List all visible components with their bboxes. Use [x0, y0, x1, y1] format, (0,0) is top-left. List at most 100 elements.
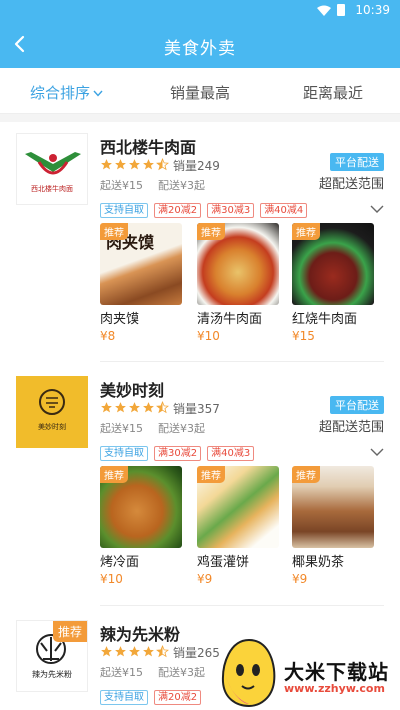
tab-top-sales[interactable]: 销量最高 [170, 82, 230, 103]
dish-name: 红烧牛肉面 [292, 312, 358, 327]
delivery-range-text: 超配送范围 [318, 420, 384, 435]
star-icon [143, 646, 154, 657]
dish-price: ¥10 [100, 572, 123, 586]
dish-price: ¥8 [100, 329, 116, 343]
min-order-fee: 起送¥15 [100, 666, 143, 679]
dish-item[interactable]: 推荐 鸡蛋灌饼 ¥9 [197, 466, 279, 586]
dish-item[interactable]: 推荐 清汤牛肉面 ¥10 [197, 223, 279, 343]
half-star-icon [156, 645, 169, 658]
delivery-fee: 配送¥3起 [158, 666, 205, 679]
status-icons [317, 4, 345, 16]
star-icon [115, 646, 126, 657]
store-name: 美妙时刻 [100, 381, 165, 400]
status-time: 10:39 [355, 3, 390, 17]
promo-tag: 支持自取 [100, 203, 148, 218]
star-icon [129, 646, 140, 657]
watermark-text: 大米下载站 [284, 660, 389, 684]
page-title: 美食外卖 [164, 39, 236, 59]
promo-tag: 支持自取 [100, 690, 148, 705]
rating-stars [100, 645, 169, 658]
store-logo: 西北楼牛肉面 [16, 133, 88, 205]
store-logo-text: 辣为先米粉 [32, 670, 72, 679]
store-name: 西北楼牛肉面 [100, 138, 197, 157]
dish-price: ¥9 [197, 572, 213, 586]
star-icon [129, 159, 140, 170]
promo-tag: 满40减3 [207, 446, 255, 461]
battery-icon [337, 4, 345, 16]
dish-item[interactable]: 推荐 烤冷面 ¥10 [100, 466, 182, 586]
recommend-badge: 推荐 [292, 223, 320, 240]
platform-delivery-badge: 平台配送 [330, 153, 384, 171]
tab-label: 综合排序 [30, 84, 91, 102]
tab-label: 距离最近 [303, 84, 364, 102]
delivery-range-text: 超配送范围 [318, 177, 384, 192]
dish-item[interactable]: 推荐 椰果奶茶 ¥9 [292, 466, 374, 586]
store-logo-text: 美妙时刻 [38, 423, 66, 431]
store-card[interactable]: 西北楼牛肉面 西北楼牛肉面 销量249 起送¥15 配送¥3起 平台配送 超配送… [0, 133, 400, 343]
half-star-icon [156, 158, 169, 171]
dish-name: 肉夹馍 [100, 312, 140, 327]
recommend-badge: 推荐 [100, 466, 128, 483]
dish-image: 推荐 [292, 466, 374, 548]
star-icon [129, 402, 140, 413]
tab-nearest[interactable]: 距离最近 [303, 82, 363, 103]
promo-tag: 满20减2 [154, 203, 202, 218]
tab-label: 销量最高 [170, 84, 231, 102]
star-icon [143, 159, 154, 170]
dish-image: 推荐 [100, 466, 182, 548]
store-logo: 美妙时刻 [16, 376, 88, 448]
app-bar: 美食外卖 [0, 22, 400, 68]
status-bar: 10:39 [0, 0, 400, 22]
dish-item[interactable]: 肉夹馍 推荐 肉夹馍 ¥8 [100, 223, 182, 343]
wifi-icon [317, 5, 331, 16]
store-divider [100, 361, 384, 362]
dish-price: ¥9 [292, 572, 308, 586]
store-card[interactable]: 美妙时刻 美妙时刻 销量357 起送¥15 配送¥3起 平台配送 超配送范围 支… [0, 376, 400, 591]
store-logo-graphic [39, 389, 65, 415]
rating-stars [100, 401, 169, 414]
store-name: 辣为先米粉 [100, 625, 181, 644]
dish-list: 肉夹馍 推荐 肉夹馍 ¥8 推荐 清汤牛肉面 ¥10 推荐 红烧牛肉面 ¥15 [100, 223, 390, 343]
recommend-badge: 推荐 [197, 466, 225, 483]
recommend-badge: 推荐 [100, 223, 128, 240]
store-logo-graphic [25, 152, 81, 175]
promo-tag: 满20减2 [154, 690, 202, 705]
chevron-down-icon[interactable] [370, 205, 384, 214]
min-order-fee: 起送¥15 [100, 422, 143, 435]
watermark-url: www.zzhyw.com [284, 682, 385, 695]
dish-price: ¥10 [197, 329, 220, 343]
star-icon [143, 402, 154, 413]
dish-name: 烤冷面 [100, 555, 140, 570]
promo-tags: 支持自取 满20减2 满30减3 满40减4 [100, 203, 308, 218]
dish-price: ¥15 [292, 329, 315, 343]
dish-image: 推荐 [292, 223, 374, 305]
sales-count: 销量249 [173, 159, 220, 173]
store-divider [100, 605, 384, 606]
star-icon [115, 402, 126, 413]
delivery-fee: 配送¥3起 [158, 179, 205, 192]
promo-tag: 满30减3 [207, 203, 255, 218]
dish-item[interactable]: 推荐 红烧牛肉面 ¥15 [292, 223, 374, 343]
store-logo-text: 西北楼牛肉面 [31, 185, 73, 193]
dish-name: 鸡蛋灌饼 [197, 555, 250, 570]
recommend-badge: 推荐 [292, 466, 320, 483]
promo-tag: 满30减2 [154, 446, 202, 461]
star-icon [101, 159, 112, 170]
dish-name: 清汤牛肉面 [197, 312, 263, 327]
delivery-fee: 配送¥3起 [158, 422, 205, 435]
half-star-icon [156, 401, 169, 414]
sort-bar: 综合排序 销量最高 距离最近 [0, 68, 400, 114]
star-icon [101, 402, 112, 413]
recommend-badge: 推荐 [52, 621, 87, 642]
dish-image: 肉夹馍 推荐 [100, 223, 182, 305]
star-icon [115, 159, 126, 170]
star-icon [101, 646, 112, 657]
chevron-down-icon[interactable] [370, 448, 384, 457]
sales-count: 销量357 [173, 402, 220, 416]
promo-tags: 支持自取 满30减2 满40减3 [100, 446, 255, 461]
tab-comprehensive-sort[interactable]: 综合排序 [30, 82, 103, 103]
mascot-logo [221, 638, 276, 708]
section-divider [0, 114, 400, 122]
rating-stars [100, 158, 169, 171]
chevron-down-icon [93, 90, 103, 97]
